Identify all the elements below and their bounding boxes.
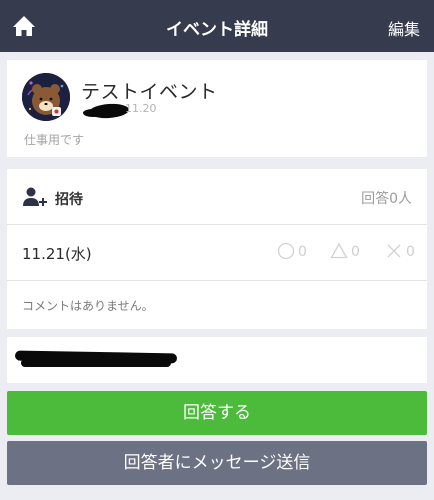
no-comments-text: コメントはありません。 <box>22 299 154 313</box>
vote-circle-option[interactable]: 0 <box>277 241 317 263</box>
event-title: テストイベント <box>81 81 218 103</box>
comments-section: コメントはありません。 <box>7 281 427 329</box>
schedule-date: 11.21(水) <box>22 245 92 263</box>
event-date: 11.20 <box>125 102 157 115</box>
vote-circle-count: 0 <box>298 244 307 260</box>
circle-icon <box>277 242 295 260</box>
answer-button[interactable]: 回答する <box>7 391 427 435</box>
edit-button[interactable]: 編集 <box>388 16 420 40</box>
schedule-card: 招待 回答0人 11.21(水) 0 0 0 コメントはありません。 <box>7 169 427 329</box>
vote-cross-count: 0 <box>406 244 415 260</box>
event-meta: 11.20 <box>81 101 171 121</box>
add-person-icon <box>23 187 47 206</box>
respondent-count: 回答0人 <box>361 191 412 207</box>
message-respondents-button[interactable]: 回答者にメッセージ送信 <box>7 441 427 485</box>
redaction-mark <box>21 359 171 367</box>
page-title: イベント詳細 <box>166 20 268 40</box>
event-description: 仕事用です <box>24 133 85 147</box>
cross-icon <box>387 244 401 258</box>
triangle-icon <box>330 242 348 259</box>
bear-character-icon <box>22 73 70 121</box>
invite-row[interactable]: 招待 回答0人 <box>7 169 427 225</box>
vote-triangle-option[interactable]: 0 <box>330 241 370 263</box>
vote-triangle-count: 0 <box>351 244 360 260</box>
top-bar: イベント詳細 編集 <box>0 0 434 52</box>
event-avatar <box>22 73 70 121</box>
redaction-mark <box>83 109 103 117</box>
schedule-date-row: 11.21(水) 0 0 0 <box>7 225 427 281</box>
invite-label: 招待 <box>55 192 83 208</box>
comment-input-field[interactable] <box>7 337 427 383</box>
event-info-card: テストイベント 11.20 仕事用です <box>7 60 427 157</box>
vote-cross-option[interactable]: 0 <box>385 241 425 263</box>
